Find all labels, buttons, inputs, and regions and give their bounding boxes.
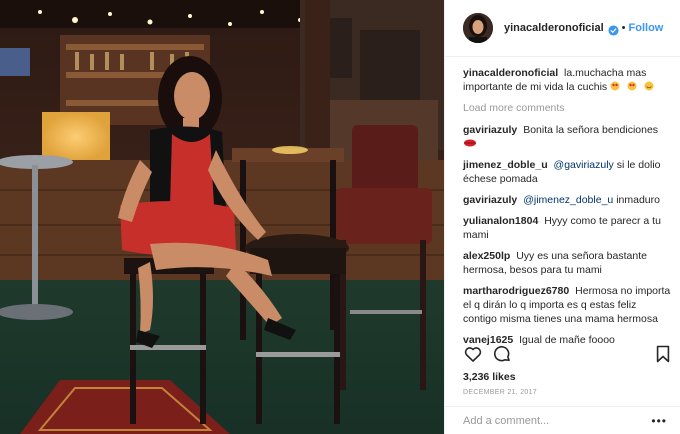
heart-eyes-emoji-icon [627, 81, 641, 91]
heart-icon[interactable] [463, 344, 483, 364]
post-side-panel: yinacalderonoficial • Follow yinacaldero… [444, 0, 680, 434]
caption-username[interactable]: yinacalderonoficial [463, 67, 558, 79]
comment-item: martharodriguez6780 Hermosa no importa e… [463, 284, 671, 326]
more-options-icon[interactable]: ••• [651, 414, 667, 428]
load-more-comments-link[interactable]: Load more comments [463, 101, 671, 115]
bookmark-icon[interactable] [653, 344, 673, 364]
caption: yinacalderonoficial la.muchacha mas impo… [463, 66, 671, 94]
comment-item: gaviriazuly @jimenez_doble_u inmaduro [463, 193, 671, 207]
comment-icon[interactable] [492, 344, 512, 364]
add-comment-input[interactable] [463, 414, 652, 427]
post-photo[interactable] [0, 0, 444, 434]
comment-username[interactable]: yulianalon1804 [463, 215, 538, 227]
add-comment-bar: ••• [445, 406, 680, 434]
heart-eyes-emoji-icon [610, 81, 624, 91]
comment-mention[interactable]: @gaviriazuly [554, 159, 614, 171]
follow-button[interactable]: Follow [629, 22, 664, 34]
comment-item: yulianalon1804 Hyyy como te parecr a tu … [463, 214, 671, 242]
avatar-image [463, 13, 493, 43]
verified-badge-icon [608, 23, 619, 36]
comment-mention[interactable]: @jimenez_doble_u [523, 194, 613, 206]
comment-text: inmaduro [616, 194, 660, 206]
post-actions [463, 344, 671, 366]
likes-count[interactable]: 3,236 likes [463, 371, 516, 383]
header-username[interactable]: yinacalderonoficial [504, 22, 604, 34]
comment-username[interactable]: gaviriazuly [463, 124, 517, 136]
comment-username[interactable]: alex250lp [463, 250, 510, 262]
post-photo-art [0, 0, 444, 434]
comment-username[interactable]: gaviriazuly [463, 194, 517, 206]
comment-text: Bonita la señora bendiciones [523, 124, 659, 136]
comment-item: gaviriazuly Bonita la señora bendiciones [463, 123, 671, 151]
post-date: DECEMBER 21, 2017 [463, 389, 537, 396]
post-header: yinacalderonoficial • Follow [445, 0, 680, 57]
avatar[interactable] [463, 13, 493, 43]
comment-username[interactable]: jimenez_doble_u [463, 159, 548, 171]
lips-emoji-icon [463, 138, 477, 148]
separator-dot: • [621, 22, 626, 34]
comment-item: alex250lp Uyy es una señora bastante her… [463, 249, 671, 277]
comment-username[interactable]: martharodriguez6780 [463, 285, 569, 297]
comment-item: jimenez_doble_u @gaviriazuly si le dolio… [463, 158, 671, 186]
smiling-emoji-icon [644, 81, 658, 91]
comments-list: yinacalderonoficial la.muchacha mas impo… [463, 66, 671, 354]
